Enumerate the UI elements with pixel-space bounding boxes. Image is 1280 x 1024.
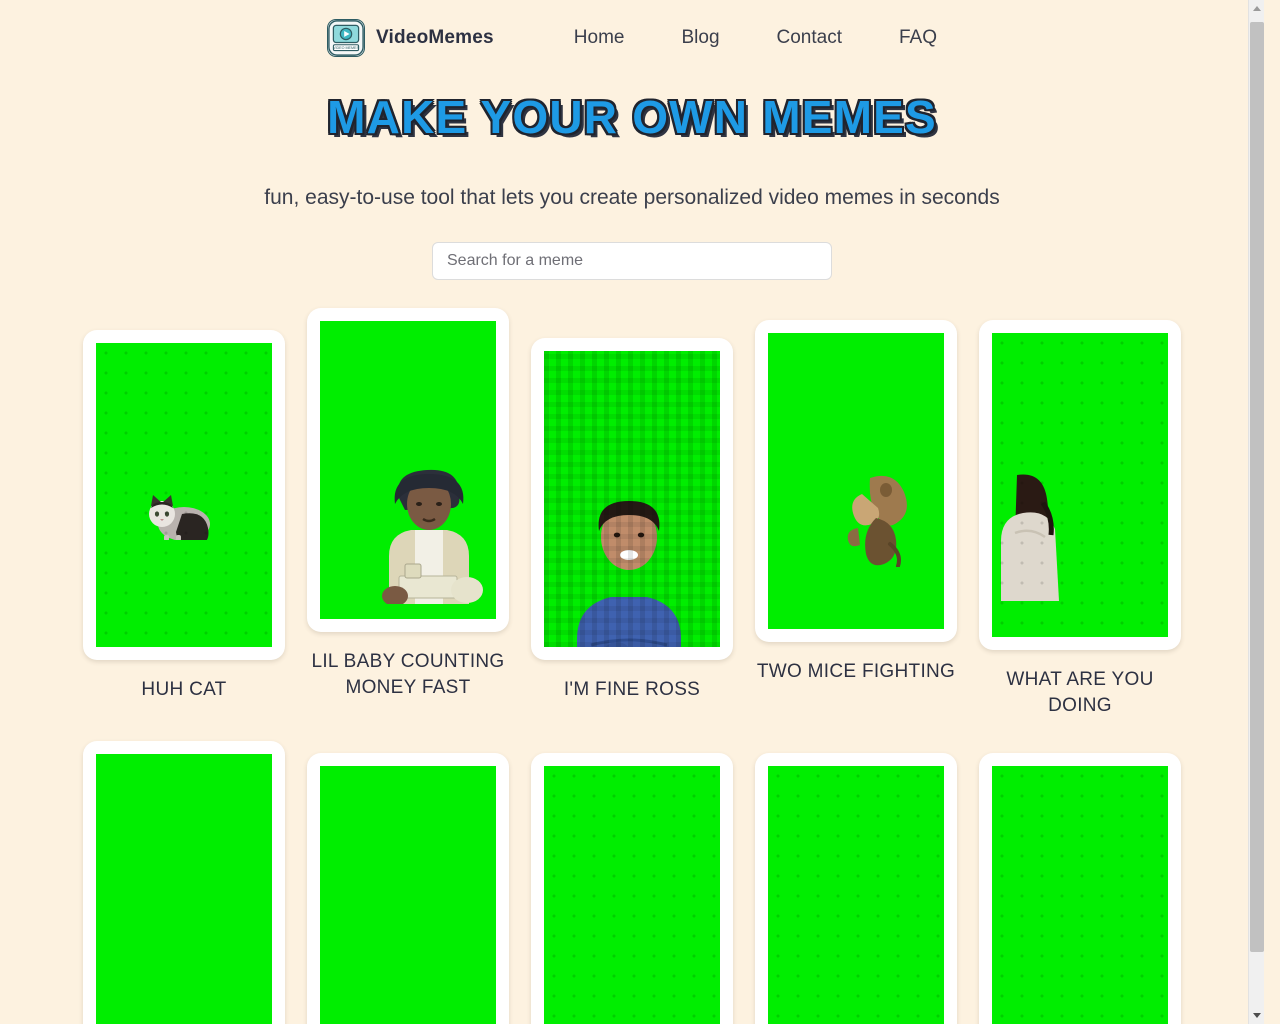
- meme-subject-cat: [142, 492, 212, 547]
- scroll-up-arrow-icon[interactable]: [1249, 0, 1264, 17]
- meme-card[interactable]: [979, 320, 1181, 650]
- nav-link-home[interactable]: Home: [574, 27, 625, 49]
- meme-card-item[interactable]: HUH CAT: [83, 330, 285, 703]
- meme-card-item[interactable]: [979, 753, 1181, 1024]
- meme-thumbnail[interactable]: [544, 766, 720, 1024]
- meme-card[interactable]: [307, 753, 509, 1024]
- meme-card[interactable]: [531, 753, 733, 1024]
- brand[interactable]: VIDEO MEMES VideoMemes: [326, 19, 494, 57]
- meme-subject-man-blue-shirt: [551, 499, 701, 647]
- svg-text:VIDEO MEMES: VIDEO MEMES: [333, 46, 359, 50]
- meme-thumbnail[interactable]: [768, 766, 944, 1024]
- meme-card-item[interactable]: [83, 741, 285, 1024]
- meme-subject-man-counting-money: [369, 464, 489, 607]
- scrollbar-thumb[interactable]: [1250, 22, 1264, 952]
- meme-card-item[interactable]: WHAT ARE YOU DOING: [979, 320, 1181, 719]
- meme-thumbnail[interactable]: [544, 351, 720, 647]
- video-player-logo-icon: VIDEO MEMES: [326, 19, 365, 57]
- meme-thumbnail[interactable]: [320, 321, 496, 619]
- vertical-scrollbar[interactable]: [1248, 0, 1264, 1024]
- main-nav: Home Blog Contact FAQ: [574, 27, 937, 49]
- meme-thumbnail[interactable]: [768, 333, 944, 629]
- meme-card-item[interactable]: LIL BABY COUNTING MONEY FAST: [307, 308, 509, 701]
- page-root: VIDEO MEMES VideoMemes Home Blog Contact…: [0, 0, 1264, 1024]
- nav-link-contact[interactable]: Contact: [777, 27, 842, 49]
- meme-card-item[interactable]: [307, 753, 509, 1024]
- hero-subtitle: fun, easy-to-use tool that lets you crea…: [264, 186, 1000, 209]
- meme-thumbnail[interactable]: [992, 333, 1168, 637]
- meme-grid: HUH CAT LIL BABY COUNTING MONEY FAST I'M…: [72, 280, 1192, 1024]
- search-input[interactable]: [432, 242, 832, 280]
- meme-thumbnail[interactable]: [992, 766, 1168, 1024]
- meme-card-item[interactable]: [531, 753, 733, 1024]
- meme-label: TWO MICE FIGHTING: [756, 661, 956, 682]
- nav-link-blog[interactable]: Blog: [681, 27, 719, 49]
- search-wrapper: [0, 210, 1264, 280]
- meme-thumbnail[interactable]: [320, 766, 496, 1024]
- nav-link-faq[interactable]: FAQ: [899, 27, 937, 49]
- site-header: VIDEO MEMES VideoMemes Home Blog Contact…: [0, 0, 1264, 57]
- meme-card-item[interactable]: TWO MICE FIGHTING: [755, 320, 957, 685]
- page-title: MAKE YOUR OWN MEMES: [327, 91, 937, 143]
- meme-label: I'M FINE ROSS: [563, 679, 701, 700]
- meme-label: WHAT ARE YOU DOING: [1006, 669, 1154, 717]
- meme-thumbnail[interactable]: [96, 754, 272, 1024]
- scroll-down-arrow-icon[interactable]: [1249, 1007, 1264, 1024]
- meme-card-item[interactable]: [755, 753, 957, 1024]
- hero-section: MAKE YOUR OWN MEMES fun, easy-to-use too…: [0, 40, 1264, 280]
- meme-subject-mice: [842, 472, 912, 569]
- meme-card[interactable]: [83, 741, 285, 1024]
- meme-subject-person-partial: [999, 473, 1061, 601]
- meme-label: HUH CAT: [141, 679, 227, 700]
- meme-card-item[interactable]: I'M FINE ROSS: [531, 338, 733, 703]
- meme-card[interactable]: [979, 753, 1181, 1024]
- meme-thumbnail[interactable]: [96, 343, 272, 647]
- meme-card[interactable]: [755, 320, 957, 642]
- meme-card[interactable]: [83, 330, 285, 660]
- meme-card[interactable]: [531, 338, 733, 660]
- brand-name: VideoMemes: [375, 27, 494, 48]
- meme-card[interactable]: [307, 308, 509, 632]
- meme-card[interactable]: [755, 753, 957, 1024]
- meme-label: LIL BABY COUNTING MONEY FAST: [311, 651, 505, 699]
